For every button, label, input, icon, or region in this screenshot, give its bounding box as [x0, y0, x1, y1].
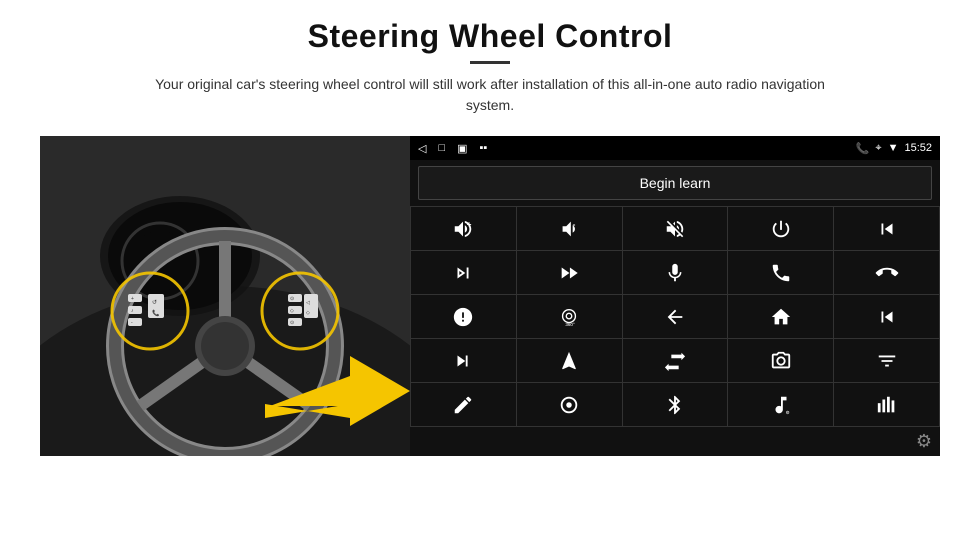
title-section: Steering Wheel Control Your original car… [130, 18, 850, 130]
camera-button[interactable] [728, 339, 833, 382]
vol-down-button[interactable]: - [517, 207, 622, 250]
svg-text:◁: ◁ [306, 300, 310, 306]
music-button[interactable]: ⚙ [728, 383, 833, 426]
svg-text:⚙: ⚙ [785, 410, 790, 415]
signal-icon: ▪▪ [480, 142, 488, 154]
status-bar: ◁ □ ▣ ▪▪ 📞 ⌖ ▼ 15:52 [410, 136, 940, 160]
svg-text:360°: 360° [566, 322, 576, 327]
status-right: 📞 ⌖ ▼ 15:52 [856, 142, 932, 155]
svg-text:+: + [467, 220, 472, 229]
wifi-status-icon: ▼ [888, 142, 899, 154]
clock: 15:52 [904, 142, 932, 154]
page-container: Steering Wheel Control Your original car… [0, 0, 980, 544]
svg-text:◇: ◇ [290, 308, 294, 314]
begin-learn-button[interactable]: Begin learn [418, 166, 932, 200]
svg-text:◇: ◇ [306, 310, 310, 316]
content-row: + ♪ - ↺ 📞 ⊙ ◇ ⊙ ◁ ◇ [40, 136, 940, 456]
prev-track-button[interactable] [834, 207, 939, 250]
phone-status-icon: 📞 [856, 142, 870, 155]
record-button[interactable] [517, 383, 622, 426]
back-nav-icon[interactable]: ◁ [418, 142, 426, 155]
navigation-button[interactable] [517, 339, 622, 382]
alert-button[interactable] [411, 295, 516, 338]
pen-button[interactable] [411, 383, 516, 426]
rewind-button[interactable] [834, 295, 939, 338]
mic-button[interactable] [623, 251, 728, 294]
android-bottom-bar: ⚙ [410, 427, 940, 456]
svg-text:↺: ↺ [152, 299, 157, 306]
recents-nav-icon[interactable]: ▣ [457, 142, 467, 155]
settings-button[interactable]: ⚙ [916, 431, 932, 452]
svg-text:-: - [573, 220, 576, 229]
controls-grid: + - [410, 206, 940, 427]
android-unit: ◁ □ ▣ ▪▪ 📞 ⌖ ▼ 15:52 Begin learn [410, 136, 940, 456]
next-button[interactable] [411, 251, 516, 294]
equalizer-button[interactable] [834, 339, 939, 382]
bluetooth-button[interactable] [623, 383, 728, 426]
fast-forward-button[interactable] [517, 251, 622, 294]
svg-text:📞: 📞 [152, 309, 160, 317]
vol-up-button[interactable]: + [411, 207, 516, 250]
svg-text:+: + [131, 296, 134, 302]
title-divider [470, 61, 510, 64]
call-button[interactable] [728, 251, 833, 294]
svg-text:⊙: ⊙ [290, 320, 294, 326]
360-view-button[interactable]: 360° [517, 295, 622, 338]
skip-forward-button[interactable] [411, 339, 516, 382]
subtitle: Your original car's steering wheel contr… [130, 74, 850, 116]
mute-button[interactable] [623, 207, 728, 250]
switch-button[interactable] [623, 339, 728, 382]
status-left: ◁ □ ▣ ▪▪ [418, 142, 487, 155]
home-button[interactable] [728, 295, 833, 338]
begin-learn-row: Begin learn [410, 160, 940, 206]
back-button[interactable] [623, 295, 728, 338]
car-image-section: + ♪ - ↺ 📞 ⊙ ◇ ⊙ ◁ ◇ [40, 136, 410, 456]
location-status-icon: ⌖ [875, 142, 881, 155]
spectrum-button[interactable] [834, 383, 939, 426]
svg-text:⊙: ⊙ [290, 296, 294, 302]
power-button[interactable] [728, 207, 833, 250]
home-nav-icon[interactable]: □ [438, 142, 445, 154]
end-call-button[interactable] [834, 251, 939, 294]
page-title: Steering Wheel Control [130, 18, 850, 55]
